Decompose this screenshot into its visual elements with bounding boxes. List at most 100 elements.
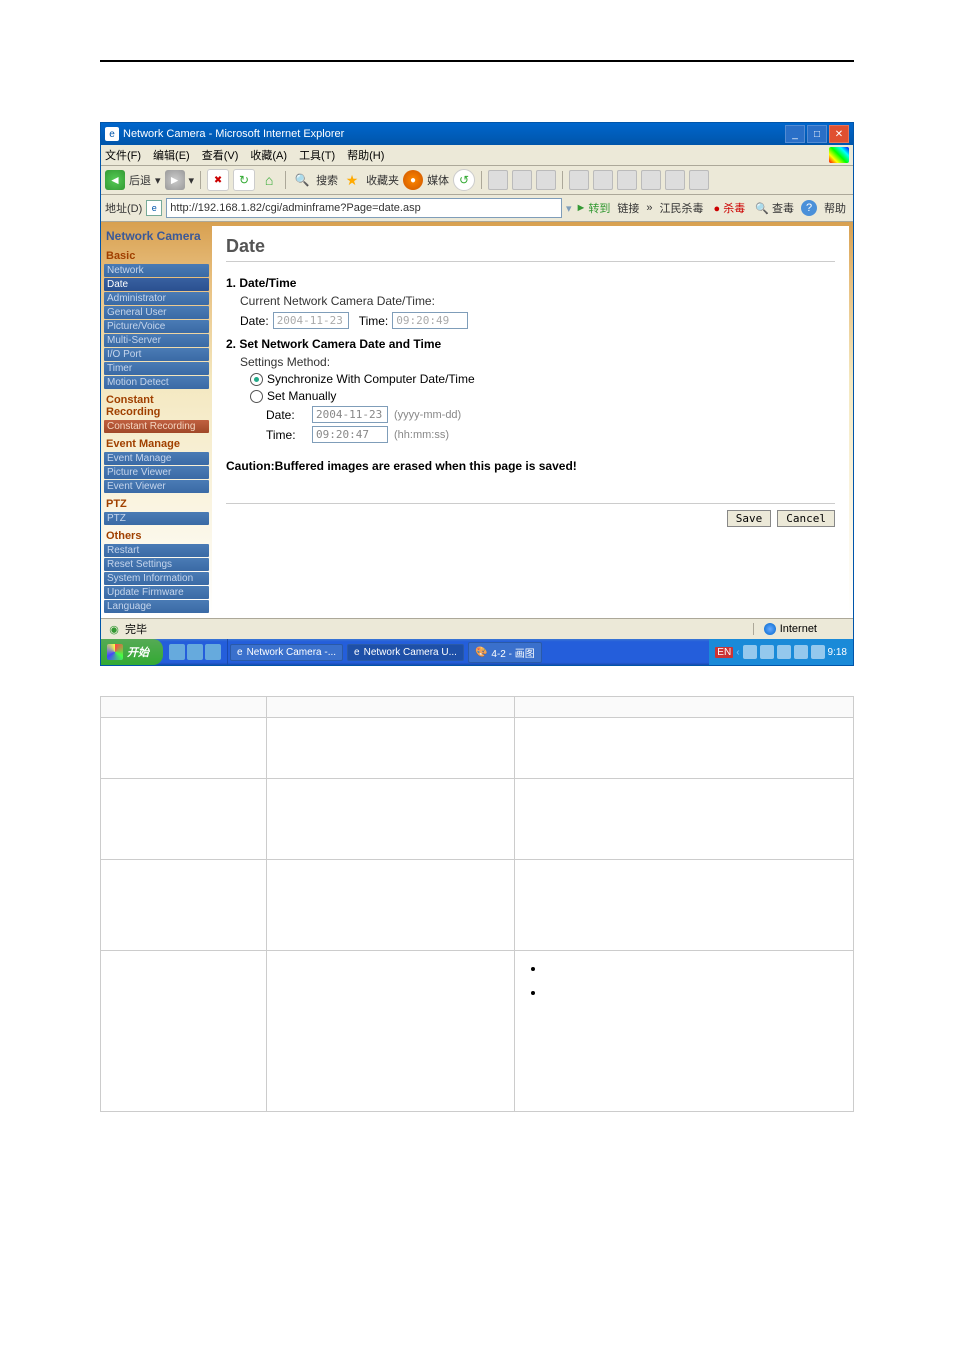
sidebar-item-language[interactable]: Language [104, 600, 209, 613]
sidebar-group-others: Others [104, 526, 209, 543]
links-label[interactable]: 链接 [614, 200, 642, 216]
home-button[interactable]: ⌂ [259, 170, 279, 190]
link-scan-virus[interactable]: 🔍 查毒 [752, 200, 797, 216]
sidebar-item-reset-settings[interactable]: Reset Settings [104, 558, 209, 571]
menu-favorites[interactable]: 收藏(A) [250, 147, 287, 163]
manual-date-input[interactable] [312, 406, 388, 423]
taskbar-item-1[interactable]: eNetwork Camera -... [230, 644, 343, 661]
mail-icon[interactable] [488, 170, 508, 190]
zone-label: Internet [780, 623, 817, 635]
sidebar-item-general-user[interactable]: General User [104, 306, 209, 319]
tray-icon-4[interactable] [794, 645, 808, 659]
stop-button[interactable]: ✖ [207, 169, 229, 191]
forward-button[interactable]: ► [165, 170, 185, 190]
ql-icon-2[interactable] [187, 644, 203, 660]
taskbar-item-3[interactable]: 🎨4-2 - 画图 [468, 642, 542, 663]
media-icon[interactable]: ● [403, 170, 423, 190]
taskbar-item-2[interactable]: eNetwork Camera U... [347, 644, 464, 661]
status-text: 完毕 [125, 621, 147, 637]
search-label: 搜索 [316, 172, 338, 188]
radio-set-manually[interactable] [250, 390, 263, 403]
help-icon[interactable]: ? [801, 200, 817, 216]
tray-lang-icon[interactable]: EN [715, 647, 733, 658]
sidebar-item-picture-voice[interactable]: Picture/Voice [104, 320, 209, 333]
toolbar-extra-4[interactable] [641, 170, 661, 190]
radio-sync-computer[interactable] [250, 373, 263, 386]
sidebar-item-administrator[interactable]: Administrator [104, 292, 209, 305]
security-zone: Internet [753, 623, 847, 635]
back-button[interactable]: ◄ [105, 170, 125, 190]
task-paint-icon: 🎨 [475, 647, 487, 658]
sidebar-title: Network Camera [104, 226, 209, 246]
sidebar-item-picture-viewer[interactable]: Picture Viewer [104, 466, 209, 479]
tray-clock[interactable]: 9:18 [828, 647, 847, 658]
favorites-icon[interactable]: ★ [342, 170, 362, 190]
forward-dropdown-icon[interactable]: ▾ [189, 174, 195, 187]
docs-table [100, 696, 854, 1112]
toolbar-extra-6[interactable] [689, 170, 709, 190]
sidebar-item-update-firmware[interactable]: Update Firmware [104, 586, 209, 599]
section-1-title: 1. Date/Time [226, 276, 835, 290]
tray-icon-2[interactable] [760, 645, 774, 659]
link-kill-virus[interactable]: ● 杀毒 [711, 200, 749, 216]
sidebar-group-constant-recording: Constant Recording [104, 390, 209, 419]
menu-view[interactable]: 查看(V) [202, 147, 239, 163]
sidebar-item-event-viewer[interactable]: Event Viewer [104, 480, 209, 493]
ql-icon-1[interactable] [169, 644, 185, 660]
ql-icon-3[interactable] [205, 644, 221, 660]
go-button[interactable]: ► 转到 [576, 200, 611, 216]
sidebar-item-restart[interactable]: Restart [104, 544, 209, 557]
sidebar-item-io-port[interactable]: I/O Port [104, 348, 209, 361]
main-panel: Date 1. Date/Time Current Network Camera… [212, 226, 849, 618]
favorites-label: 收藏夹 [366, 172, 399, 188]
menu-file[interactable]: 文件(F) [105, 147, 141, 163]
address-label: 地址(D) [105, 200, 142, 216]
section-2-subtitle: Settings Method: [240, 355, 835, 369]
refresh-button[interactable]: ↻ [233, 169, 255, 191]
sidebar-item-ptz[interactable]: PTZ [104, 512, 209, 525]
tray-icon-5[interactable] [811, 645, 825, 659]
docs-th-3 [515, 697, 854, 718]
history-button[interactable]: ↺ [453, 169, 475, 191]
toolbar-extra-1[interactable] [569, 170, 589, 190]
address-input[interactable] [166, 198, 562, 218]
maximize-button[interactable]: □ [807, 125, 827, 143]
manual-time-input[interactable] [312, 426, 388, 443]
toolbar: ◄ 后退 ▾ ► ▾ ✖ ↻ ⌂ 🔍 搜索 ★ 收藏夹 ● 媒体 ↺ [101, 166, 853, 195]
sidebar-item-motion-detect[interactable]: Motion Detect [104, 376, 209, 389]
tray-icon-1[interactable] [743, 645, 757, 659]
minimize-button[interactable]: _ [785, 125, 805, 143]
quick-launch [163, 639, 228, 665]
link-jiangmin[interactable]: 江民杀毒 [657, 200, 707, 216]
menu-tools[interactable]: 工具(T) [299, 147, 335, 163]
page-icon: e [146, 200, 162, 216]
manual-date-hint: (yyyy-mm-dd) [394, 409, 461, 421]
current-date-field [273, 312, 349, 329]
toolbar-extra-5[interactable] [665, 170, 685, 190]
close-button[interactable]: ✕ [829, 125, 849, 143]
search-icon[interactable]: 🔍 [292, 170, 312, 190]
save-button[interactable]: Save [727, 510, 772, 527]
tray-arrow-icon[interactable]: ‹ [736, 647, 739, 658]
cancel-button[interactable]: Cancel [777, 510, 835, 527]
toolbar-extra-3[interactable] [617, 170, 637, 190]
sidebar-item-timer[interactable]: Timer [104, 362, 209, 375]
tray-icon-3[interactable] [777, 645, 791, 659]
sidebar-item-network[interactable]: Network [104, 264, 209, 277]
edit-icon[interactable] [536, 170, 556, 190]
window-title: Network Camera - Microsoft Internet Expl… [123, 128, 344, 140]
start-button[interactable]: 开始 [101, 639, 163, 665]
sidebar-item-date[interactable]: ▶Date [104, 278, 209, 291]
sidebar-item-constant-recording[interactable]: Constant Recording [104, 420, 209, 433]
page-title: Date [226, 236, 835, 262]
back-dropdown-icon[interactable]: ▾ [155, 174, 161, 187]
section-1-subtitle: Current Network Camera Date/Time: [240, 294, 835, 308]
menu-help[interactable]: 帮助(H) [347, 147, 384, 163]
sidebar-item-event-manage[interactable]: Event Manage [104, 452, 209, 465]
sidebar-item-multi-server[interactable]: Multi-Server [104, 334, 209, 347]
address-dropdown-icon[interactable]: ▾ [566, 202, 572, 215]
print-icon[interactable] [512, 170, 532, 190]
toolbar-extra-2[interactable] [593, 170, 613, 190]
sidebar-item-system-information[interactable]: System Information [104, 572, 209, 585]
menu-edit[interactable]: 编辑(E) [153, 147, 190, 163]
